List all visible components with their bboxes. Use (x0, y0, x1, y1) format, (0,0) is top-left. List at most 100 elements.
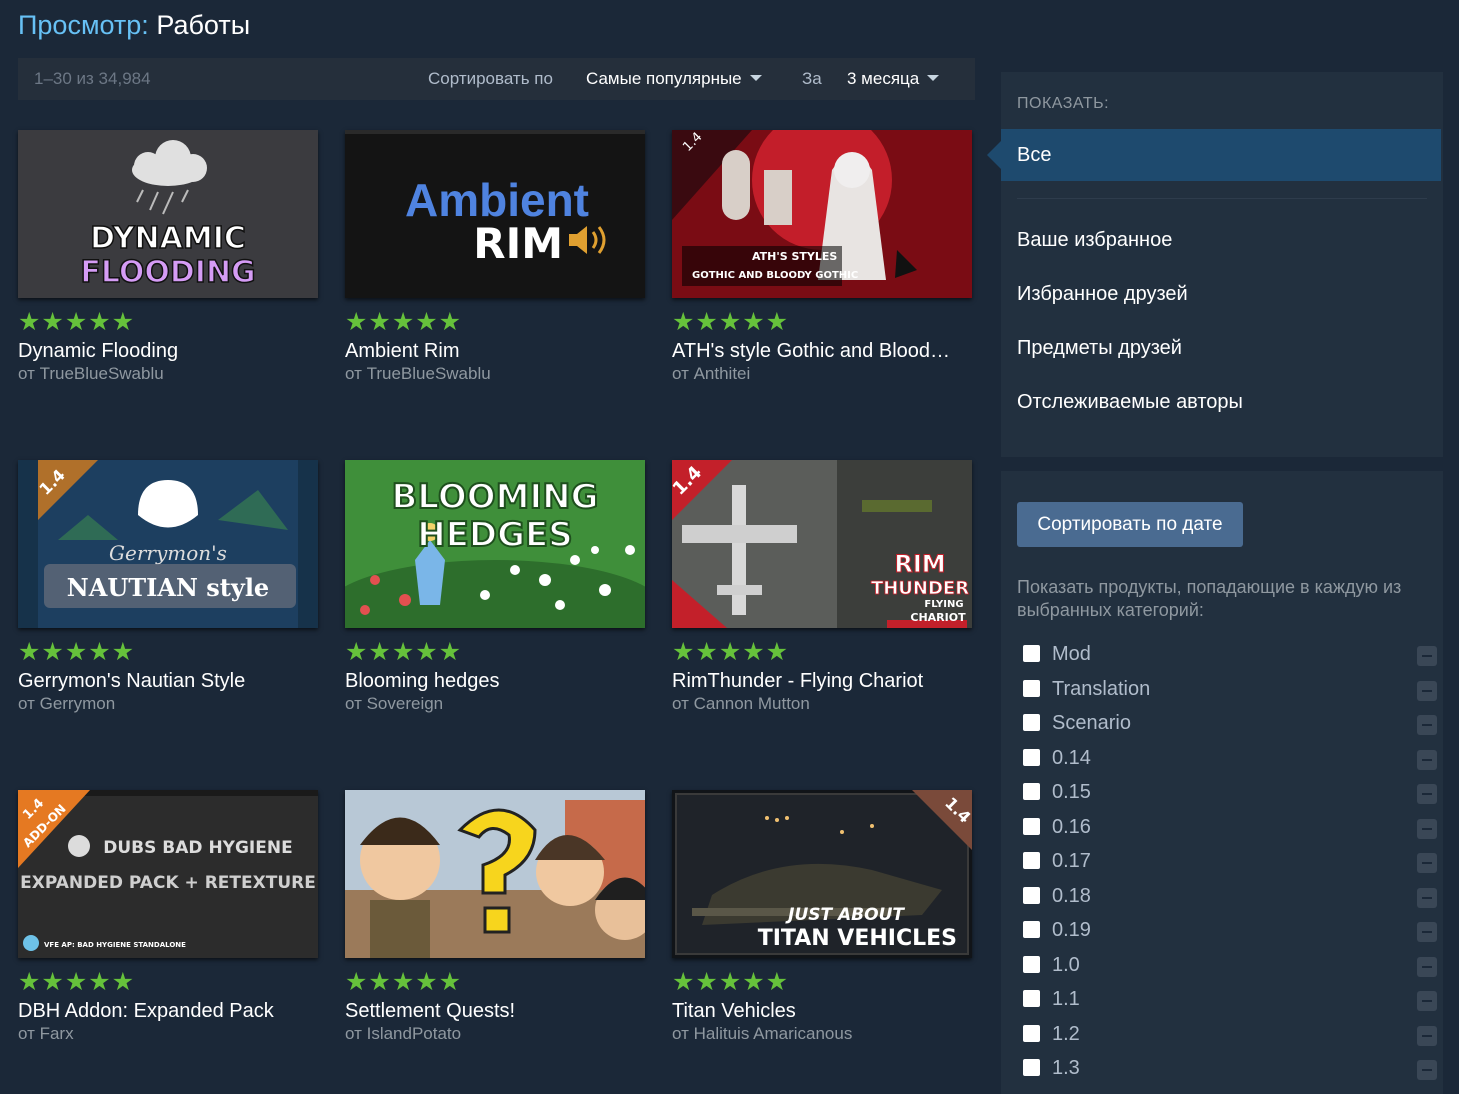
item-thumbnail[interactable]: 1.4 ADD-ON DUBS BAD HYGIENE EXPANDED PAC… (18, 790, 318, 958)
category-checkbox[interactable] (1023, 783, 1040, 800)
period-dropdown[interactable]: 3 месяца (847, 58, 940, 100)
item-title[interactable]: Gerrymon's Nautian Style (18, 668, 318, 694)
exclude-minus-icon[interactable] (1417, 1060, 1437, 1080)
item-author[interactable]: от Farx (18, 1023, 74, 1045)
workshop-item[interactable]: BLOOMING HEDGES ★★★★★ Blooming hedges от… (345, 460, 645, 720)
category-label[interactable]: Translation (1052, 678, 1150, 701)
exclude-minus-icon[interactable] (1417, 784, 1437, 804)
category-row[interactable]: 0.16 (1023, 816, 1437, 851)
category-row[interactable]: Scenario (1023, 712, 1437, 747)
category-checkbox[interactable] (1023, 1025, 1040, 1042)
filter-friends-favorites[interactable]: Избранное друзей (1017, 283, 1188, 306)
workshop-item[interactable]: 1.4 ATH'S STYLES GOTHIC AND BLOODY GOTHI… (672, 130, 972, 390)
category-checkbox[interactable] (1023, 887, 1040, 904)
item-author[interactable]: от Cannon Mutton (672, 693, 810, 715)
item-thumbnail[interactable]: 1.4 RIM THUNDER FLYING CHARIOT (672, 460, 972, 628)
item-thumbnail[interactable]: DYNAMIC FLOODING (18, 130, 318, 298)
item-author[interactable]: от Halituis Amaricanous (672, 1023, 852, 1045)
category-label[interactable]: Scenario (1052, 712, 1131, 735)
category-row[interactable]: 1.0 (1023, 954, 1437, 989)
category-row[interactable]: 0.17 (1023, 850, 1437, 885)
exclude-minus-icon[interactable] (1417, 646, 1437, 666)
item-author[interactable]: от TrueBlueSwablu (18, 363, 164, 385)
item-title[interactable]: Titan Vehicles (672, 998, 972, 1024)
item-title[interactable]: ATH's style Gothic and Blood… (672, 338, 972, 364)
category-label[interactable]: 0.16 (1052, 816, 1091, 839)
sort-by-date-button[interactable]: Сортировать по дате (1017, 502, 1243, 547)
item-author[interactable]: от Gerrymon (18, 693, 115, 715)
category-row[interactable]: 0.18 (1023, 885, 1437, 920)
item-thumbnail[interactable]: 1.4 JUST ABOUT TITAN VEHICLES (672, 790, 972, 958)
filter-all[interactable]: Все (987, 129, 1441, 181)
item-author[interactable]: от Sovereign (345, 693, 443, 715)
exclude-minus-icon[interactable] (1417, 888, 1437, 908)
workshop-item[interactable]: 1.4 Gerrymon's NAUTIAN style ★★★★★ Gerry… (18, 460, 318, 720)
filter-friends-items[interactable]: Предметы друзей (1017, 337, 1182, 360)
exclude-minus-icon[interactable] (1417, 853, 1437, 873)
item-title[interactable]: Ambient Rim (345, 338, 645, 364)
category-row[interactable]: 0.14 (1023, 747, 1437, 782)
thumb-text: DYNAMIC (90, 221, 246, 256)
category-row[interactable]: 1.1 (1023, 988, 1437, 1023)
category-row[interactable]: 0.15 (1023, 781, 1437, 816)
exclude-minus-icon[interactable] (1417, 750, 1437, 770)
item-thumbnail[interactable]: 1.4 ATH'S STYLES GOTHIC AND BLOODY GOTHI… (672, 130, 972, 298)
category-label[interactable]: 0.15 (1052, 781, 1091, 804)
item-title[interactable]: Blooming hedges (345, 668, 645, 694)
sort-dropdown[interactable]: Самые популярные (586, 58, 762, 100)
category-row[interactable]: 1.2 (1023, 1023, 1437, 1058)
category-row[interactable]: Mod (1023, 643, 1437, 678)
exclude-minus-icon[interactable] (1417, 715, 1437, 735)
exclude-minus-icon[interactable] (1417, 991, 1437, 1011)
category-checkbox[interactable] (1023, 990, 1040, 1007)
workshop-item[interactable]: 1.4 JUST ABOUT TITAN VEHICLES ★★★★★ Tita… (672, 790, 972, 1050)
item-title[interactable]: Settlement Quests! (345, 998, 645, 1024)
category-row[interactable]: 0.19 (1023, 919, 1437, 954)
title-prefix: Просмотр: (18, 10, 149, 40)
category-label[interactable]: 1.3 (1052, 1057, 1080, 1080)
item-title[interactable]: RimThunder - Flying Chariot (672, 668, 972, 694)
workshop-item[interactable]: ★★★★★ Settlement Quests! от IslandPotato (345, 790, 645, 1050)
item-author[interactable]: от IslandPotato (345, 1023, 461, 1045)
category-label[interactable]: 0.17 (1052, 850, 1091, 873)
workshop-item[interactable]: DYNAMIC FLOODING ★★★★★ Dynamic Flooding … (18, 130, 318, 390)
category-checkbox[interactable] (1023, 1059, 1040, 1076)
item-author[interactable]: от TrueBlueSwablu (345, 363, 491, 385)
category-checkbox[interactable] (1023, 714, 1040, 731)
category-label[interactable]: 1.2 (1052, 1023, 1080, 1046)
exclude-minus-icon[interactable] (1417, 922, 1437, 942)
item-title[interactable]: Dynamic Flooding (18, 338, 318, 364)
filter-your-favorites[interactable]: Ваше избранное (1017, 229, 1172, 252)
category-label[interactable]: 0.19 (1052, 919, 1091, 942)
exclude-minus-icon[interactable] (1417, 1026, 1437, 1046)
category-label[interactable]: 0.14 (1052, 747, 1091, 770)
category-label[interactable]: 1.1 (1052, 988, 1080, 1011)
category-checkbox[interactable] (1023, 852, 1040, 869)
category-row[interactable]: 1.3 (1023, 1057, 1437, 1092)
item-thumbnail[interactable]: BLOOMING HEDGES (345, 460, 645, 628)
workshop-item[interactable]: 1.4 ADD-ON DUBS BAD HYGIENE EXPANDED PAC… (18, 790, 318, 1050)
category-checkbox[interactable] (1023, 680, 1040, 697)
category-checkbox[interactable] (1023, 921, 1040, 938)
rating-stars: ★★★★★ (18, 638, 136, 666)
exclude-minus-icon[interactable] (1417, 819, 1437, 839)
workshop-item[interactable]: 1.4 RIM THUNDER FLYING CHARIOT ★★★★★ Rim… (672, 460, 972, 720)
item-thumbnail[interactable]: Ambient RIM (345, 130, 645, 298)
filter-followed-authors[interactable]: Отслеживаемые авторы (1017, 391, 1243, 414)
thumb-text: HEDGES (417, 515, 573, 555)
item-thumbnail[interactable]: 1.4 Gerrymon's NAUTIAN style (18, 460, 318, 628)
category-checkbox[interactable] (1023, 749, 1040, 766)
item-thumbnail[interactable] (345, 790, 645, 958)
category-checkbox[interactable] (1023, 956, 1040, 973)
item-author[interactable]: от Anthitei (672, 363, 750, 385)
category-checkbox[interactable] (1023, 645, 1040, 662)
category-row[interactable]: Translation (1023, 678, 1437, 713)
item-title[interactable]: DBH Addon: Expanded Pack (18, 998, 318, 1024)
category-checkbox[interactable] (1023, 818, 1040, 835)
workshop-item[interactable]: Ambient RIM ★★★★★ Ambient Rim от TrueBlu… (345, 130, 645, 390)
exclude-minus-icon[interactable] (1417, 957, 1437, 977)
category-label[interactable]: 0.18 (1052, 885, 1091, 908)
category-label[interactable]: 1.0 (1052, 954, 1080, 977)
category-label[interactable]: Mod (1052, 643, 1091, 666)
exclude-minus-icon[interactable] (1417, 681, 1437, 701)
